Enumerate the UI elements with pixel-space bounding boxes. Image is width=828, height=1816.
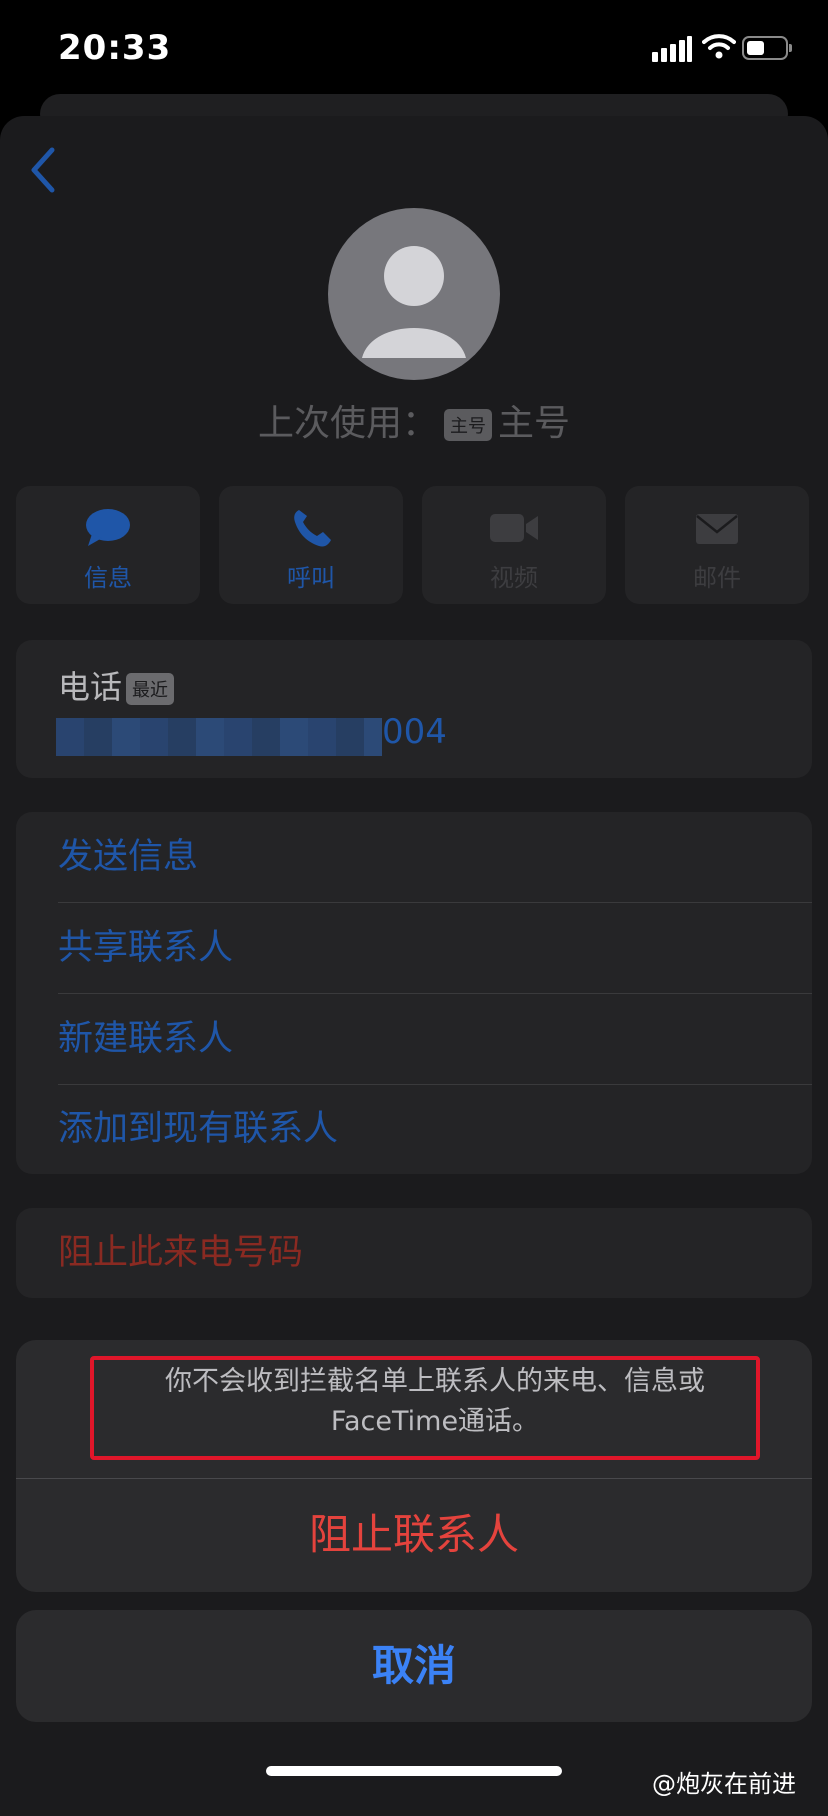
message-icon xyxy=(86,509,130,546)
primary-line-badge: 主号 xyxy=(444,409,492,441)
cellular-signal-icon xyxy=(652,36,692,62)
battery-icon xyxy=(742,36,792,60)
phone-label-text: 电话 xyxy=(58,668,123,706)
block-contact-button[interactable]: 阻止联系人 xyxy=(16,1478,812,1592)
mail-action-label: 邮件 xyxy=(693,564,741,592)
share-contact-row[interactable]: 共享联系人 xyxy=(58,903,812,993)
wifi-icon xyxy=(702,34,736,59)
back-chevron-icon[interactable] xyxy=(22,140,62,200)
phone-card[interactable]: 电话 最近 004 xyxy=(16,640,812,778)
avatar xyxy=(328,208,500,380)
home-indicator[interactable] xyxy=(266,1766,562,1776)
phone-label: 电话 最近 xyxy=(58,662,175,708)
mail-action-button[interactable]: 邮件 xyxy=(625,486,809,604)
last-used-line: 上次使用： 主号 主号 xyxy=(0,394,828,446)
last-used-value: 主号 xyxy=(498,403,571,444)
phone-number-suffix: 004 xyxy=(382,712,447,752)
mail-icon xyxy=(696,514,738,544)
video-icon xyxy=(490,514,538,542)
message-action-button[interactable]: 信息 xyxy=(16,486,200,604)
phone-icon xyxy=(294,510,331,547)
status-time: 20:33 xyxy=(58,28,172,68)
cancel-button[interactable]: 取消 xyxy=(16,1610,812,1722)
video-action-label: 视频 xyxy=(490,564,538,592)
watermark: @炮灰在前进 xyxy=(652,1770,796,1798)
last-used-label: 上次使用： xyxy=(257,403,438,444)
redacted-number xyxy=(56,718,382,756)
new-contact-row[interactable]: 新建联系人 xyxy=(58,994,812,1084)
block-caller-card: 阻止此来电号码 xyxy=(16,1208,812,1298)
person-silhouette-icon xyxy=(362,246,466,358)
block-caller-row[interactable]: 阻止此来电号码 xyxy=(58,1208,303,1298)
highlight-annotation-box xyxy=(90,1356,760,1460)
message-action-label: 信息 xyxy=(84,564,132,592)
send-message-row[interactable]: 发送信息 xyxy=(58,812,812,902)
call-action-label: 呼叫 xyxy=(287,564,335,592)
add-to-existing-contact-row[interactable]: 添加到现有联系人 xyxy=(58,1084,812,1174)
block-action-sheet: 你不会收到拦截名单上联系人的来电、信息或FaceTime通话。 阻止联系人 xyxy=(16,1340,812,1592)
contact-actions-list: 发送信息 共享联系人 新建联系人 添加到现有联系人 xyxy=(16,812,812,1174)
video-action-button[interactable]: 视频 xyxy=(422,486,606,604)
recent-badge: 最近 xyxy=(126,673,175,705)
call-action-button[interactable]: 呼叫 xyxy=(219,486,403,604)
